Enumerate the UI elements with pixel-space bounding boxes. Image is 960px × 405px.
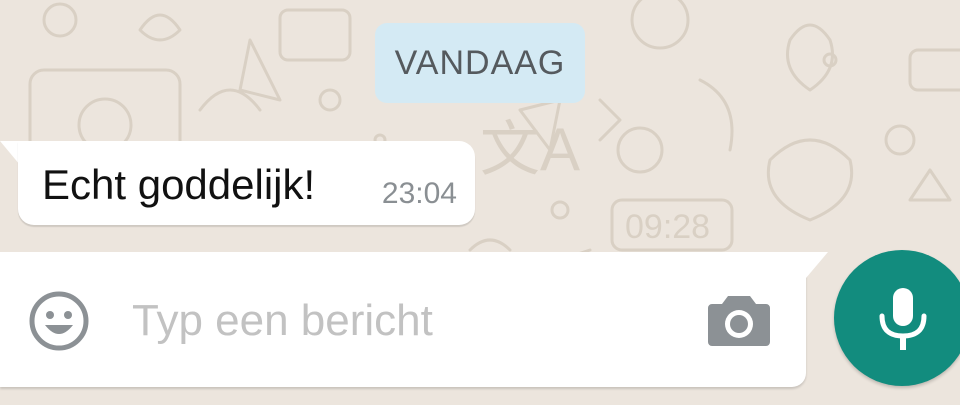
message-bubble-tail [0,141,20,165]
message-timestamp: 23:04 [381,177,457,210]
message-composer [0,252,806,387]
microphone-icon [879,288,927,350]
message-input[interactable] [132,288,672,354]
smiley-icon[interactable] [28,290,90,352]
message-text: Echt goddelijk! [42,161,316,208]
incoming-message-bubble[interactable]: Echt goddelijk! 23:04 [18,141,475,225]
date-separator: VANDAAG [375,23,585,103]
svg-text:09:28: 09:28 [625,208,710,246]
date-separator-label: VANDAAG [394,43,566,82]
composer-tail [806,252,828,278]
microphone-button[interactable] [834,250,960,386]
camera-icon[interactable] [708,292,770,348]
svg-text:文A: 文A [480,116,580,183]
